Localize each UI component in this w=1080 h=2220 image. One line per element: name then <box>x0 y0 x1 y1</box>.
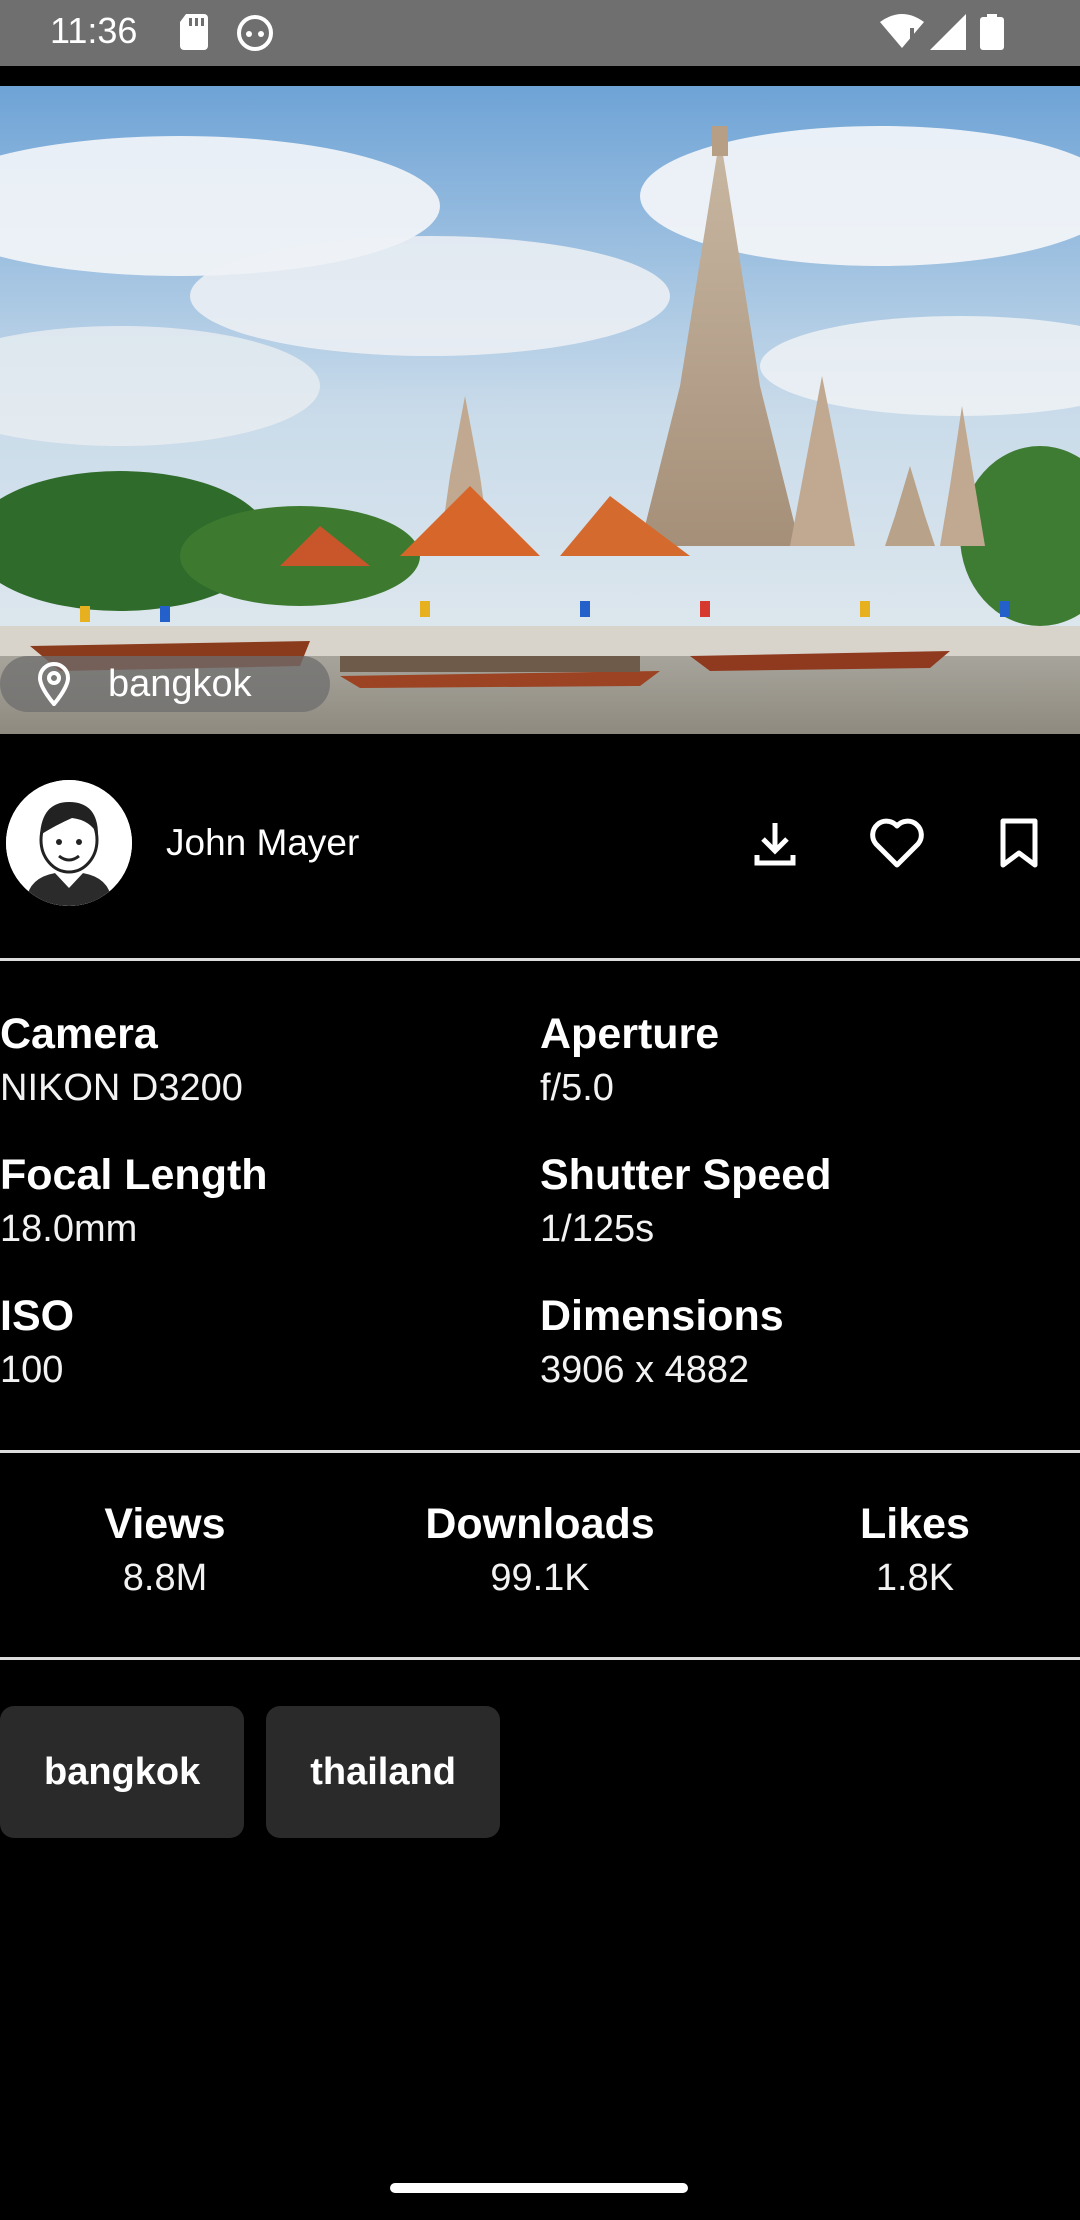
stat-value: 99.1K <box>490 1557 590 1599</box>
exif-value: f/5.0 <box>540 1067 614 1109</box>
divider <box>0 1657 1080 1660</box>
exif-value: 1/125s <box>540 1208 655 1250</box>
author-name[interactable]: John Mayer <box>166 822 359 864</box>
exif-value: 100 <box>0 1349 64 1391</box>
download-icon <box>751 819 799 872</box>
status-time: 11:36 <box>50 10 138 51</box>
stat-value: 1.8K <box>875 1557 955 1599</box>
avatar[interactable] <box>6 780 132 906</box>
exif-camera: Camera NIKON D3200 <box>0 1010 520 1110</box>
battery-icon <box>980 14 1004 55</box>
location-chip[interactable]: bangkok <box>0 656 330 712</box>
signal-icon <box>930 14 966 55</box>
exif-dimensions: Dimensions 3906 x 4882 <box>540 1292 1060 1392</box>
stat-value: 8.8M <box>122 1557 208 1599</box>
stat-likes: Likes 1.8K <box>735 1500 1080 1600</box>
home-indicator[interactable] <box>390 2183 688 2193</box>
download-button[interactable] <box>740 810 810 880</box>
exif-label: Camera <box>0 1010 158 1058</box>
exif-label: Shutter Speed <box>540 1151 832 1199</box>
location-label: bangkok <box>108 662 252 705</box>
exif-label: Dimensions <box>540 1292 784 1340</box>
app-notification-icon <box>236 14 274 57</box>
stat-downloads: Downloads 99.1K <box>360 1500 720 1600</box>
stat-label: Views <box>104 1500 226 1548</box>
exif-label: ISO <box>0 1292 75 1340</box>
tag-list: bangkok thailand <box>0 1706 500 1838</box>
tag-chip[interactable]: bangkok <box>0 1706 245 1838</box>
exif-focal-length: Focal Length 18.0mm <box>0 1151 520 1251</box>
exif-label: Focal Length <box>0 1151 268 1199</box>
divider <box>0 958 1080 961</box>
author-row: John Mayer <box>0 780 1080 910</box>
heart-icon <box>868 817 926 874</box>
exif-label: Aperture <box>540 1010 720 1058</box>
exif-aperture: Aperture f/5.0 <box>540 1010 1060 1110</box>
exif-value: 18.0mm <box>0 1208 138 1250</box>
divider <box>0 1450 1080 1453</box>
stat-label: Downloads <box>425 1500 655 1548</box>
sd-card-icon <box>180 14 210 55</box>
exif-iso: ISO 100 <box>0 1292 520 1392</box>
stat-views: Views 8.8M <box>0 1500 345 1600</box>
photo-image[interactable] <box>0 86 1080 734</box>
bookmark-icon <box>999 817 1039 874</box>
stats-row: Views 8.8M Downloads 99.1K Likes 1.8K <box>0 1500 1080 1640</box>
exif-value: 3906 x 4882 <box>540 1349 750 1391</box>
map-pin-icon <box>34 662 74 706</box>
like-button[interactable] <box>862 810 932 880</box>
status-bar: 11:36 <box>0 0 1080 66</box>
tag-chip[interactable]: thailand <box>266 1706 500 1838</box>
exif-value: NIKON D3200 <box>0 1067 243 1109</box>
exif-shutter-speed: Shutter Speed 1/125s <box>540 1151 1060 1251</box>
wifi-icon <box>880 14 924 55</box>
stat-label: Likes <box>860 1500 970 1548</box>
bookmark-button[interactable] <box>984 810 1054 880</box>
